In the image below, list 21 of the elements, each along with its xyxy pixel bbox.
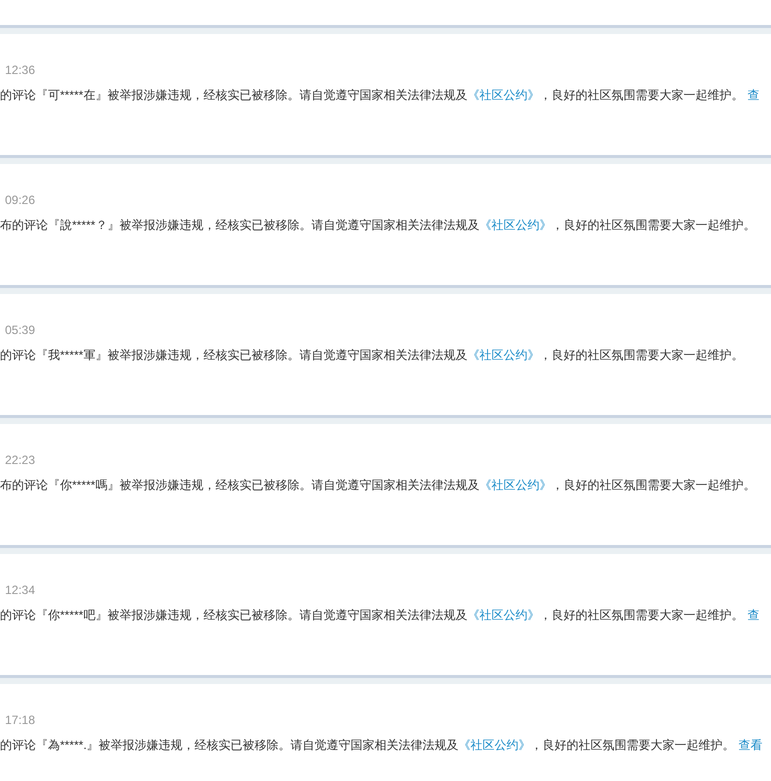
notice-time: 22:23	[4, 452, 36, 468]
notice-message: 的评论『我*****軍』被举报涉嫌违规，经核实已被移除。请自觉遵守国家相关法律法规及《社区公约》，良好的社区氛围需要大家一起维护。	[0, 347, 744, 363]
community-rules-link[interactable]: 《社区公约》	[479, 478, 552, 492]
community-rules-link[interactable]: 《社区公约》	[467, 348, 540, 362]
notice-message: 的评论『可*****在』被举报涉嫌违规，经核实已被移除。请自觉遵守国家相关法律法规及《社区公约》，良好的社区氛围需要大家一起维护。 查	[0, 87, 760, 103]
community-rules-link[interactable]: 《社区公约》	[458, 738, 531, 752]
notice-message: 的评论『為*****.』被举报涉嫌违规，经核实已被移除。请自觉遵守国家相关法律法规及《社区公约》，良好的社区氛围需要大家一起维护。 查看	[0, 737, 763, 753]
view-link[interactable]: 查	[747, 88, 760, 102]
notice-message: 的评论『你*****吧』被举报涉嫌违规，经核实已被移除。请自觉遵守国家相关法律法规及《社区公约》，良好的社区氛围需要大家一起维护。 查	[0, 607, 760, 623]
community-rules-link[interactable]: 《社区公约》	[467, 88, 540, 102]
view-link[interactable]: 查看	[738, 738, 763, 752]
view-link[interactable]: 查	[747, 608, 760, 622]
notice-message: 布的评论『說*****？』被举报涉嫌违规，经核实已被移除。请自觉遵守国家相关法律法规及《社区公约》，良好的社区氛围需要大家一起维护。	[0, 217, 756, 233]
community-rules-link[interactable]: 《社区公约》	[479, 218, 552, 232]
notice-time: 12:34	[4, 582, 36, 598]
notice-time: 12:36	[4, 62, 36, 78]
community-rules-link[interactable]: 《社区公约》	[467, 608, 540, 622]
notice-time: 05:39	[4, 322, 36, 338]
notice-time: 09:26	[4, 192, 36, 208]
notice-time: 17:18	[4, 712, 36, 728]
notice-message: 布的评论『你*****嗎』被举报涉嫌违规，经核实已被移除。请自觉遵守国家相关法律法规及《社区公约》，良好的社区氛围需要大家一起维护。	[0, 477, 756, 493]
